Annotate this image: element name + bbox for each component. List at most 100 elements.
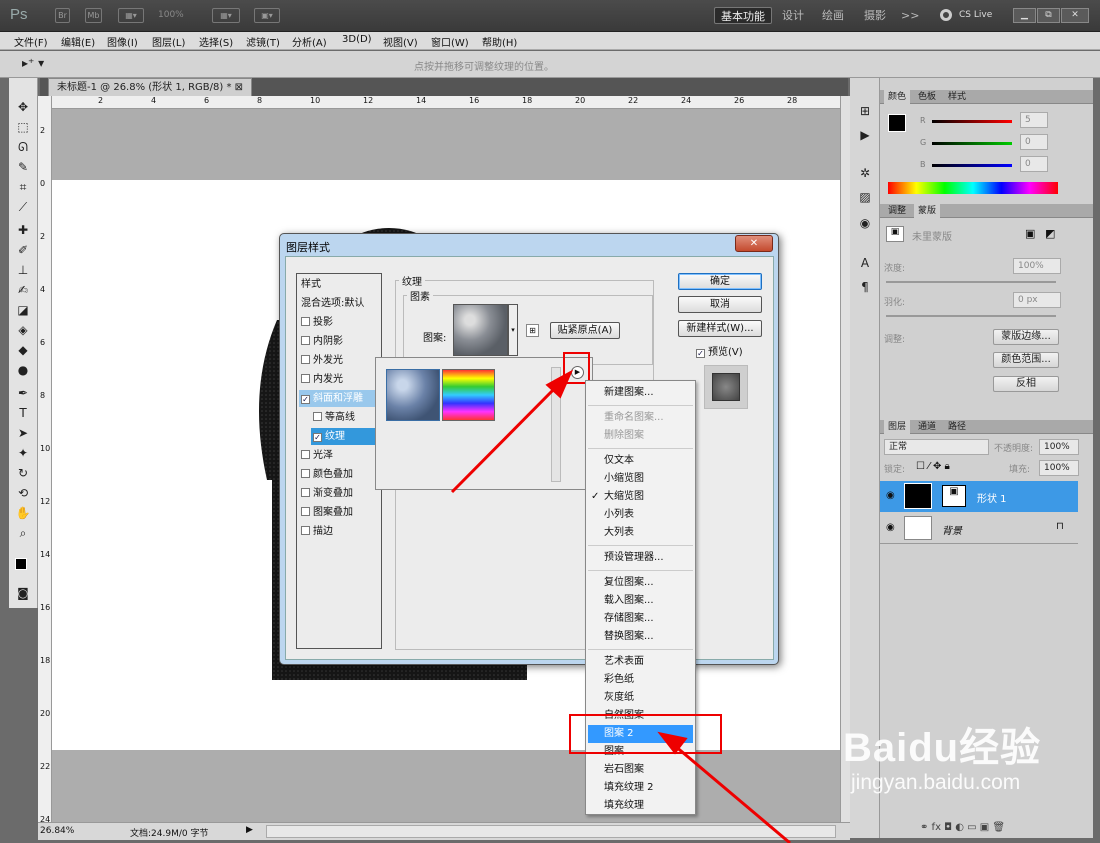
layers-footer-icons[interactable]: ⚭ fx ◘ ◐ ▭ ▣ 🗑︎ <box>920 822 1005 833</box>
foreground-swatch[interactable] <box>888 114 906 132</box>
mask-edge-button[interactable]: 蒙版边缘... <box>993 329 1059 345</box>
menu-item[interactable]: 新建图案... <box>588 384 693 402</box>
arrange-documents-icon[interactable]: ▦▾ <box>212 8 240 23</box>
navigator-panel-icon[interactable]: ◉ <box>855 216 875 234</box>
menu-layer[interactable]: 图层(L) <box>152 34 185 49</box>
style-checkbox[interactable] <box>301 355 310 364</box>
style-checkbox[interactable] <box>301 488 310 497</box>
horizontal-scrollbar[interactable] <box>266 825 836 838</box>
style-item[interactable]: 内发光 <box>299 371 379 388</box>
layer-row-background[interactable]: ◉ 背景 ⊓ <box>880 513 1078 544</box>
menu-item[interactable]: 替换图案... <box>588 628 693 646</box>
view-extras-icon[interactable]: ▦▾ <box>118 8 144 23</box>
menu-item[interactable]: 填充纹理 2 <box>588 779 693 797</box>
style-item[interactable]: 外发光 <box>299 352 379 369</box>
tab-color[interactable]: 颜色 <box>884 90 911 104</box>
style-checkbox[interactable] <box>313 412 322 421</box>
marquee-tool-icon[interactable]: ⬚ <box>13 120 33 138</box>
eraser-tool-icon[interactable]: ◪ <box>13 303 33 321</box>
snap-to-origin-button[interactable]: 贴紧原点(A) <box>550 322 620 339</box>
tab-layers[interactable]: 图层 <box>884 420 911 434</box>
menu-image[interactable]: 图像(I) <box>107 34 138 49</box>
3d-rotate-icon[interactable]: ↻ <box>13 466 33 484</box>
status-menu-arrow-icon[interactable]: ▶ <box>246 825 253 835</box>
workspace-essentials[interactable]: 基本功能 <box>714 7 772 24</box>
menu-item[interactable]: 删除图案 <box>588 427 693 445</box>
style-checkbox[interactable] <box>301 336 310 345</box>
vertical-scrollbar[interactable] <box>840 96 850 822</box>
pattern-dropdown-icon[interactable]: ▾ <box>508 304 518 356</box>
cs-live-icon[interactable] <box>940 9 952 21</box>
3d-orbit-icon[interactable]: ⟲ <box>13 486 33 504</box>
menu-item[interactable]: 复位图案... <box>588 574 693 592</box>
menu-item[interactable]: ✓ 大缩览图 <box>588 488 693 506</box>
red-value[interactable]: 5 <box>1020 112 1048 128</box>
workspace-design[interactable]: 设计 <box>776 7 810 24</box>
menu-item[interactable]: 仅文本 <box>588 452 693 470</box>
menu-item[interactable]: 小缩览图 <box>588 470 693 488</box>
menu-analysis[interactable]: 分析(A) <box>292 34 327 49</box>
style-item[interactable]: 渐变叠加 <box>299 485 379 502</box>
menu-edit[interactable]: 编辑(E) <box>61 34 95 49</box>
menu-help[interactable]: 帮助(H) <box>482 34 517 49</box>
mini-bridge-icon[interactable]: Mb <box>85 8 102 23</box>
menu-view[interactable]: 视图(V) <box>383 34 418 49</box>
style-item[interactable]: ✓ 斜面和浮雕 <box>299 390 379 407</box>
info-panel-icon[interactable]: ▨ <box>855 190 875 208</box>
style-item[interactable]: 混合选项:默认 <box>299 295 379 312</box>
menu-window[interactable]: 窗口(W) <box>431 34 469 49</box>
pixel-mask-icon[interactable]: ▣ <box>1025 227 1035 240</box>
style-checkbox[interactable] <box>301 469 310 478</box>
screen-mode-icon[interactable]: ▣▾ <box>254 8 280 23</box>
style-item[interactable]: 等高线 <box>311 409 379 426</box>
menu-item[interactable]: 重命名图案... <box>588 409 693 427</box>
blend-mode-select[interactable]: 正常 <box>884 439 989 455</box>
menu-filter[interactable]: 滤镜(T) <box>246 34 280 49</box>
quick-mask-icon[interactable]: ◙ <box>13 586 33 604</box>
path-select-icon[interactable]: ➤ <box>13 426 33 444</box>
actions-panel-icon[interactable]: ▶ <box>855 128 875 146</box>
blue-slider[interactable] <box>932 164 1012 167</box>
move-tool-preset-icon[interactable]: ▸⁺ ▾ <box>22 56 44 70</box>
character-panel-icon[interactable]: A <box>855 256 875 274</box>
menu-item[interactable]: 小列表 <box>588 506 693 524</box>
create-preset-icon[interactable]: ⊞ <box>526 324 539 337</box>
style-item[interactable]: 描边 <box>299 523 379 540</box>
pattern-thumb-bubbles[interactable] <box>386 369 440 421</box>
pattern-swatch[interactable] <box>453 304 508 356</box>
style-item[interactable]: 光泽 <box>299 447 379 464</box>
blur-tool-icon[interactable]: ◆ <box>13 343 33 361</box>
status-zoom[interactable]: 26.84% <box>40 826 74 836</box>
hand-tool-icon[interactable]: ✋ <box>13 506 33 524</box>
lock-icons[interactable]: ☐ ⁄ ✥ 🔒︎ <box>916 461 950 472</box>
menu-item[interactable]: 彩色纸 <box>588 671 693 689</box>
green-slider[interactable] <box>932 142 1012 145</box>
tab-close-icon[interactable]: ⊠ <box>235 82 243 93</box>
tab-swatches[interactable]: 色板 <box>914 90 940 104</box>
density-value[interactable]: 100% <box>1013 258 1061 274</box>
feather-value[interactable]: 0 px <box>1013 292 1061 308</box>
vector-mask-icon[interactable]: ◩ <box>1045 227 1055 240</box>
density-slider[interactable] <box>886 281 1056 283</box>
menu-item[interactable]: 填充纹理 <box>588 797 693 815</box>
paint-bucket-icon[interactable]: ◈ <box>13 323 33 341</box>
style-item[interactable]: 投影 <box>299 314 379 331</box>
menu-item[interactable]: 艺术表面 <box>588 653 693 671</box>
color-range-button[interactable]: 颜色范围... <box>993 352 1059 368</box>
picker-scrollbar[interactable] <box>551 367 561 482</box>
quick-select-tool-icon[interactable]: ✎ <box>13 160 33 178</box>
layer-name[interactable]: 背景 <box>942 522 962 537</box>
dodge-tool-icon[interactable]: ● <box>13 363 33 381</box>
fill-value[interactable]: 100% <box>1039 460 1079 476</box>
ok-button[interactable]: 确定 <box>678 273 762 290</box>
layer-row-shape[interactable]: ◉ ▣ 形状 1 <box>880 481 1078 512</box>
feather-slider[interactable] <box>886 315 1056 317</box>
healing-brush-icon[interactable]: ✚ <box>13 223 33 241</box>
menu-item[interactable]: 灰度纸 <box>588 689 693 707</box>
style-checkbox[interactable]: ✓ <box>301 395 310 404</box>
eye-icon[interactable]: ◉ <box>886 522 895 533</box>
eye-icon[interactable]: ◉ <box>886 490 895 501</box>
menu-item[interactable]: 载入图案... <box>588 592 693 610</box>
dialog-close-button[interactable]: ✕ <box>735 235 773 252</box>
preview-checkbox[interactable]: ✓ 预览(V) <box>696 343 743 358</box>
